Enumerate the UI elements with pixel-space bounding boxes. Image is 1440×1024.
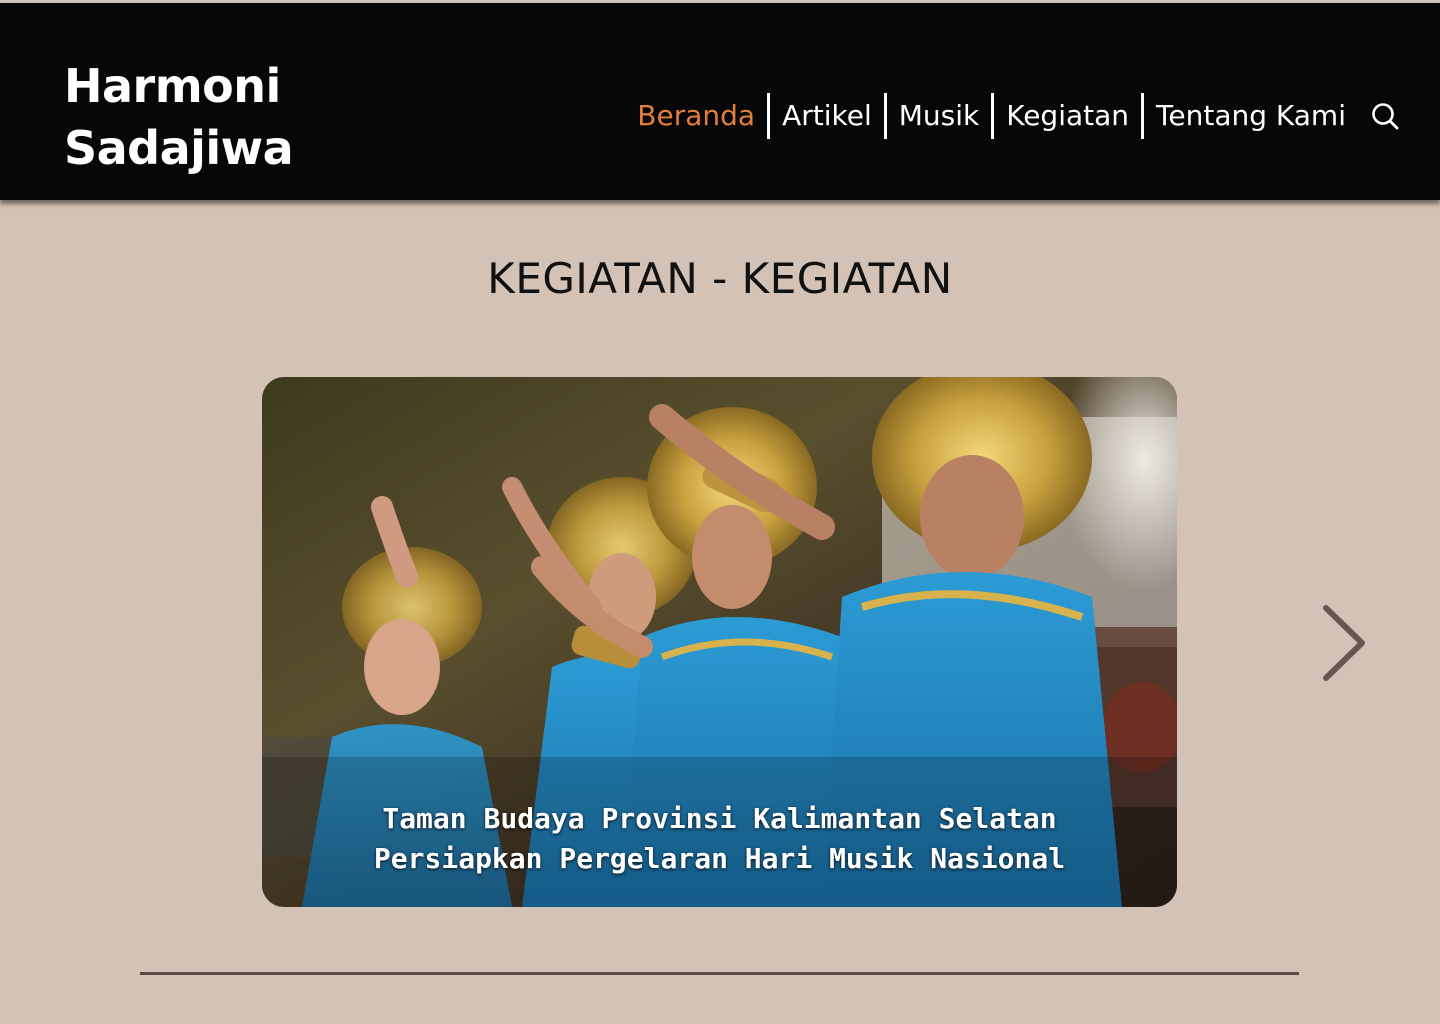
page-title: KEGIATAN - KEGIATAN: [487, 254, 953, 303]
nav-item-beranda[interactable]: Beranda: [625, 93, 767, 139]
nav-item-tentang-kami[interactable]: Tentang Kami: [1141, 93, 1346, 139]
main-nav: Beranda Artikel Musik Kegiatan Tentang K…: [625, 91, 1400, 141]
caption-line-2: Persiapkan Pergelaran Hari Musik Nasiona…: [373, 842, 1066, 875]
chevron-right-icon: [1323, 605, 1365, 681]
search-button[interactable]: [1370, 101, 1400, 131]
logo-line-1: Harmoni: [64, 59, 281, 113]
slide-caption: Taman Budaya Provinsi Kalimantan Selatan…: [262, 799, 1177, 879]
carousel-next-button[interactable]: [1316, 598, 1372, 688]
site-logo[interactable]: Harmoni Sadajiwa: [64, 55, 294, 179]
caption-line-1: Taman Budaya Provinsi Kalimantan Selatan: [382, 802, 1057, 835]
nav-item-musik[interactable]: Musik: [883, 93, 992, 139]
search-icon: [1372, 103, 1399, 130]
site-header: Harmoni Sadajiwa Beranda Artikel Musik K…: [0, 3, 1440, 200]
nav-item-artikel[interactable]: Artikel: [767, 93, 884, 139]
logo-line-2: Sadajiwa: [64, 121, 294, 175]
section-divider: [140, 972, 1299, 975]
nav-item-kegiatan[interactable]: Kegiatan: [991, 93, 1141, 139]
carousel-slide[interactable]: Taman Budaya Provinsi Kalimantan Selatan…: [262, 377, 1177, 907]
